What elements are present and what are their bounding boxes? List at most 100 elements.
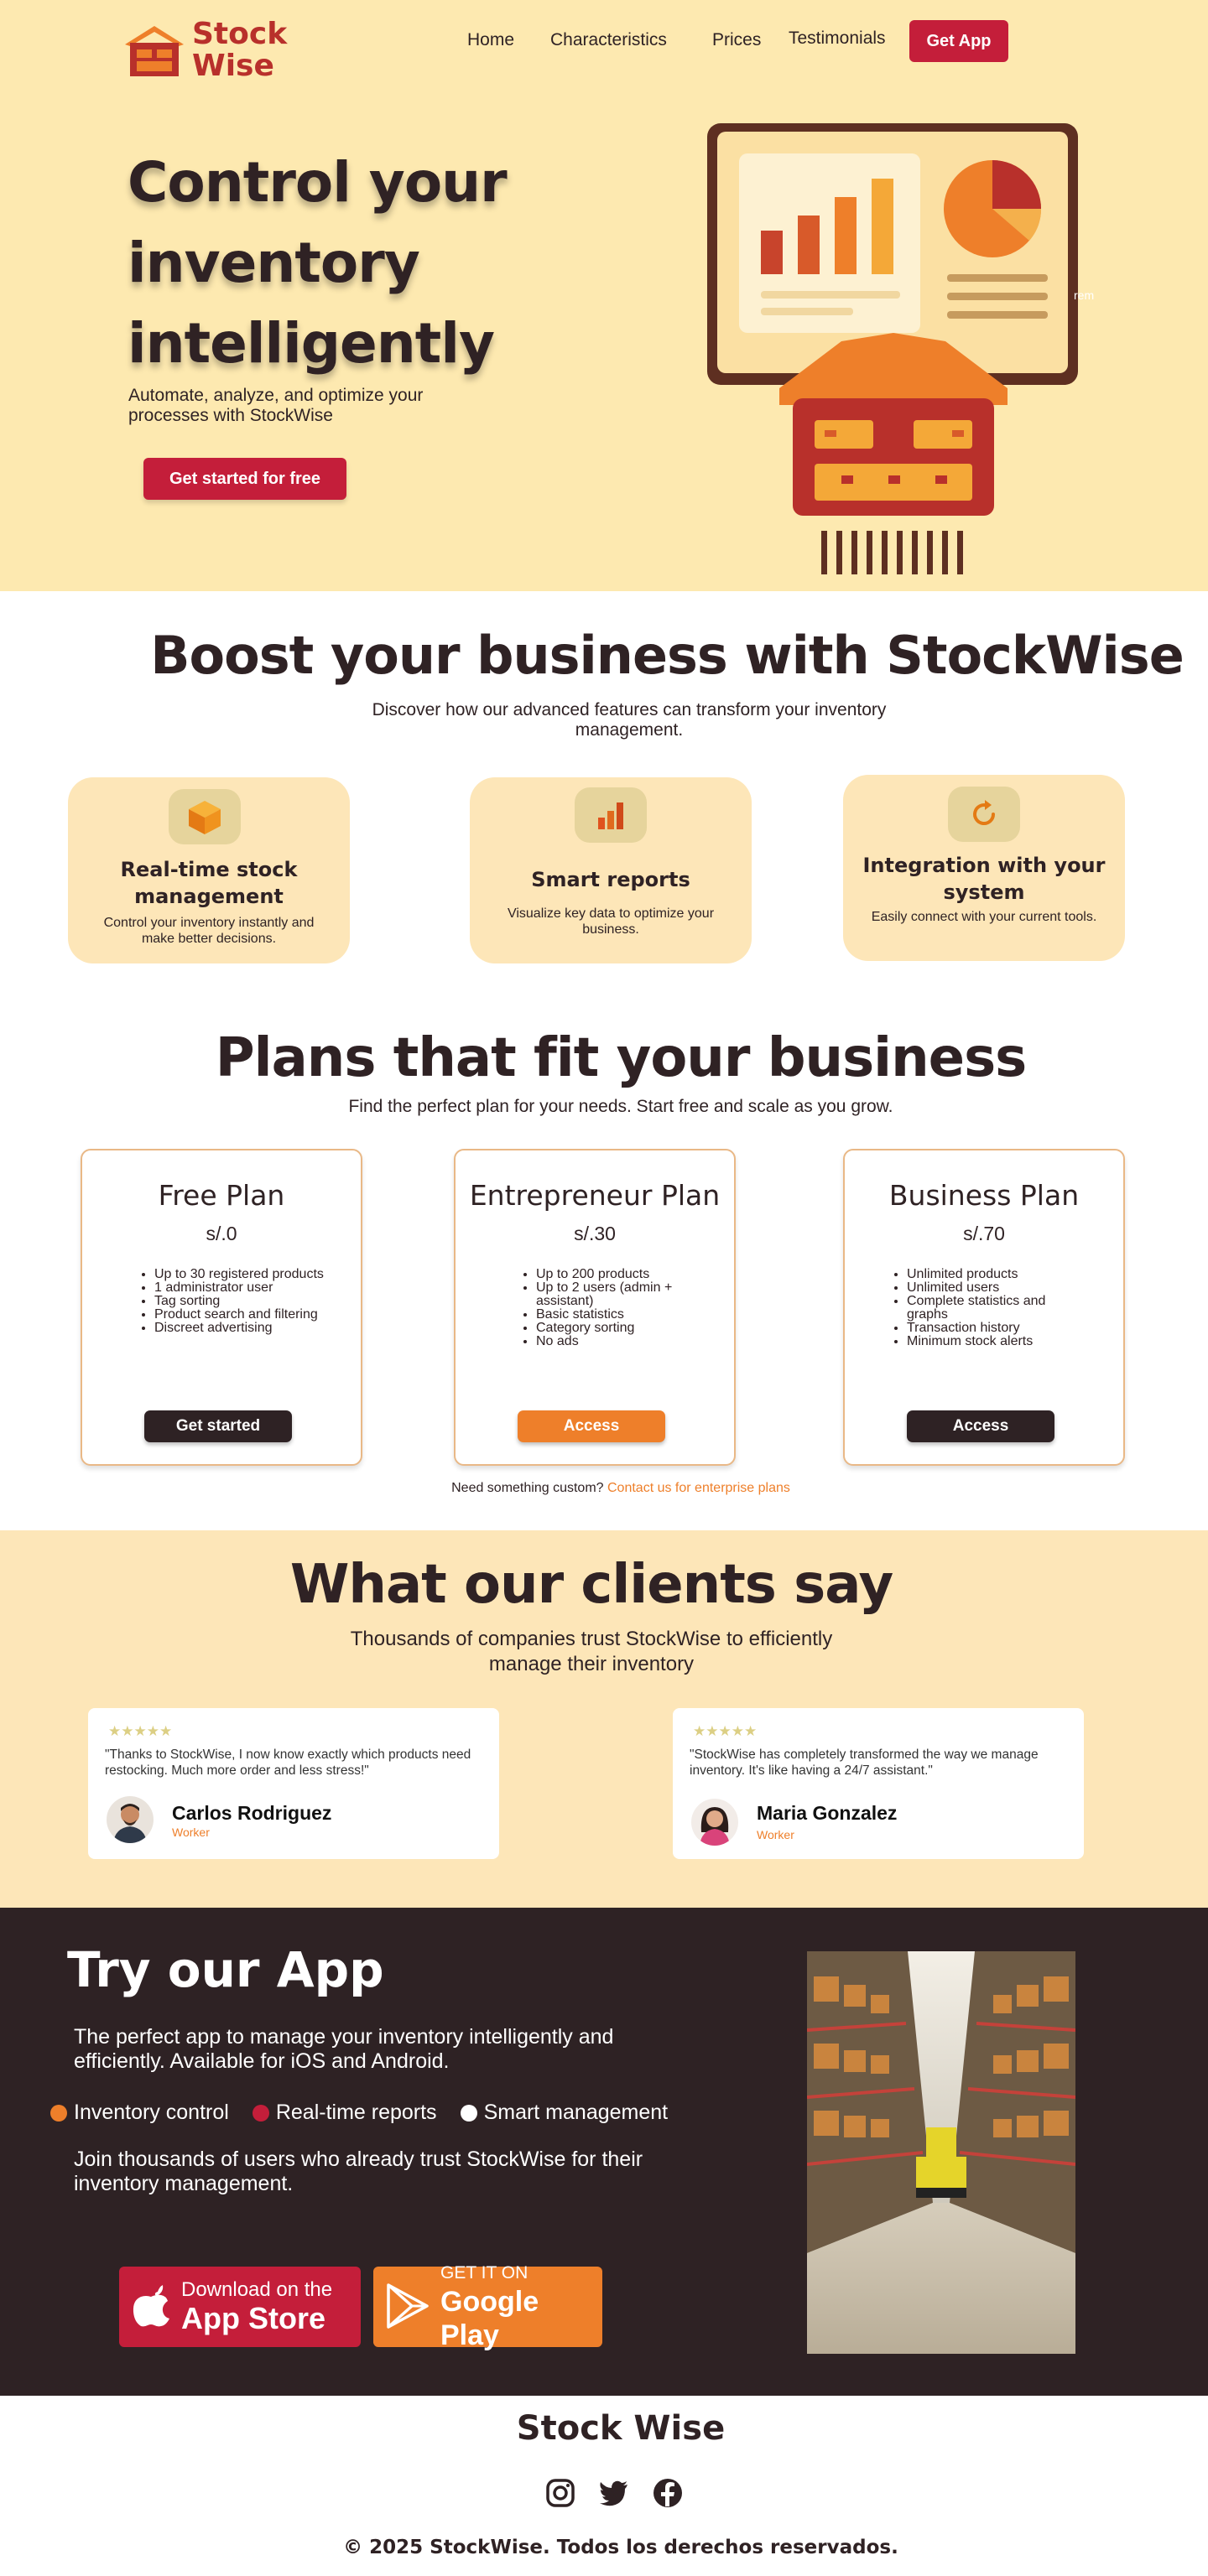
testimonial-name: Maria Gonzalez xyxy=(757,1802,898,1824)
instagram-icon[interactable] xyxy=(544,2476,577,2510)
inventory-dashboard-illustration xyxy=(707,123,1078,574)
nav-link-prices[interactable]: Prices xyxy=(712,30,761,50)
app-point: Inventory control xyxy=(50,2101,229,2125)
plan-feature: Complete statistics and graphs xyxy=(907,1295,1088,1322)
pricing-subtitle: Find the perfect plan for your needs. St… xyxy=(348,1097,893,1116)
cube-icon xyxy=(169,789,241,844)
plan-feature-list: Up to 200 products Up to 2 users (admin … xyxy=(516,1268,717,1348)
get-started-button[interactable]: Get started xyxy=(144,1410,292,1442)
plan-feature-list: Up to 30 registered products 1 administr… xyxy=(134,1268,336,1335)
app-feature-points: Inventory control Real-time reports Smar… xyxy=(50,2101,691,2125)
facebook-icon[interactable] xyxy=(651,2476,685,2510)
feature-desc: Visualize key data to optimize your busi… xyxy=(507,906,715,937)
red-dot-icon xyxy=(252,2104,269,2122)
plan-feature: 1 administrator user xyxy=(154,1281,336,1295)
enterprise-contact-link[interactable]: Contact us for enterprise plans xyxy=(607,1481,790,1495)
app-point: Real-time reports xyxy=(252,2101,437,2125)
plan-feature: Transaction history xyxy=(907,1322,1088,1335)
testimonials-subtitle: Thousands of companies trust StockWise t… xyxy=(350,1628,833,1675)
google-play-button[interactable]: GET IT ON Google Play xyxy=(373,2263,602,2351)
pricing-title: Plans that fit your business xyxy=(215,1027,1028,1089)
plan-card-free: Free Plan s/.0 Up to 30 registered produ… xyxy=(81,1149,362,1466)
plan-card-business: Business Plan s/.70 Unlimited products U… xyxy=(843,1149,1125,1466)
plan-card-entrepreneur: Entrepreneur Plan s/.30 Up to 200 produc… xyxy=(454,1149,736,1466)
get-started-free-button[interactable]: Get started for free xyxy=(143,458,346,500)
footer-brand: Stock Wise xyxy=(516,2409,726,2448)
plan-feature: Up to 30 registered products xyxy=(154,1268,336,1281)
logo[interactable]: Stock Wise xyxy=(122,18,287,82)
app-section: Try our App The perfect app to manage yo… xyxy=(0,1908,1208,2396)
plan-name: Entrepreneur Plan xyxy=(469,1179,721,1212)
nav-link-testimonials[interactable]: Testimonials xyxy=(789,29,886,49)
app-title: Try our App xyxy=(67,1941,384,1998)
plan-feature: Basic statistics xyxy=(536,1308,717,1322)
app-point-label: Inventory control xyxy=(74,2101,229,2124)
feature-desc: Easily connect with your current tools. xyxy=(871,910,1097,924)
feature-card-stock: Real-time stock management Control your … xyxy=(68,777,350,963)
testimonial-role: Worker xyxy=(172,1826,210,1839)
app-description: The perfect app to manage your inventory… xyxy=(74,2025,614,2073)
access-button[interactable]: Access xyxy=(518,1410,665,1442)
apple-icon xyxy=(133,2284,169,2329)
logo-text: Stock Wise xyxy=(192,17,288,83)
plan-feature: Product search and filtering xyxy=(154,1308,336,1322)
plan-feature: Category sorting xyxy=(536,1322,717,1335)
star-rating-icon: ★★★★★ xyxy=(108,1723,173,1740)
testimonial-card: ★★★★★ "Thanks to StockWise, I now know e… xyxy=(88,1708,499,1859)
hero-section: Stock Wise Home Characteristics Prices T… xyxy=(0,0,1208,591)
testimonial-quote: "StockWise has completely transformed th… xyxy=(690,1748,1039,1778)
features-subtitle: Discover how our advanced features can t… xyxy=(372,700,887,740)
google-play-big-text: Google Play xyxy=(440,2286,539,2351)
plan-feature: Minimum stock alerts xyxy=(907,1335,1088,1348)
app-store-big-text: App Store xyxy=(181,2301,326,2335)
google-play-small-text: GET IT ON xyxy=(440,2263,528,2283)
google-play-icon xyxy=(387,2283,429,2331)
testimonial-quote: "Thanks to StockWise, I now know exactly… xyxy=(105,1748,471,1778)
plan-name: Business Plan xyxy=(888,1179,1080,1212)
hero-title: Control your inventory intelligently xyxy=(128,150,508,376)
feature-title: Smart reports xyxy=(531,868,690,891)
feature-card-integration: Integration with your system Easily conn… xyxy=(843,775,1125,961)
plan-feature: Discreet advertising xyxy=(154,1322,336,1335)
get-app-button[interactable]: Get App xyxy=(909,20,1008,62)
warehouse-photo xyxy=(807,1951,1075,2354)
plan-feature: Unlimited products xyxy=(907,1268,1088,1281)
nav-link-home[interactable]: Home xyxy=(467,30,514,50)
app-store-small-text: Download on the xyxy=(181,2278,333,2301)
app-point: Smart management xyxy=(460,2101,669,2125)
bar-chart-icon xyxy=(575,787,647,843)
hero-image-caption: rem xyxy=(1074,288,1095,302)
social-links xyxy=(544,2476,705,2510)
testimonial-card: ★★★★★ "StockWise has completely transfor… xyxy=(673,1708,1084,1859)
app-point-label: Real-time reports xyxy=(275,2101,437,2124)
plan-price: s/.30 xyxy=(574,1223,616,1244)
twitter-icon[interactable] xyxy=(597,2476,631,2510)
nav-link-characteristics[interactable]: Characteristics xyxy=(550,30,667,50)
app-point-label: Smart management xyxy=(483,2101,669,2124)
orange-dot-icon xyxy=(50,2104,67,2122)
feature-title: Real-time stock management xyxy=(120,858,298,908)
plan-feature: Up to 200 products xyxy=(536,1268,717,1281)
plan-feature-list: Unlimited products Unlimited users Compl… xyxy=(887,1268,1088,1348)
copyright-text: © 2025 StockWise. Todos los derechos res… xyxy=(343,2537,898,2558)
sync-icon xyxy=(948,787,1020,842)
testimonials-section: What our clients say Thousands of compan… xyxy=(0,1530,1208,1908)
custom-plan-text: Need something custom? Contact us for en… xyxy=(0,1481,1208,1496)
access-button[interactable]: Access xyxy=(907,1410,1054,1442)
app-store-button[interactable]: Download on the App Store xyxy=(119,2267,361,2347)
avatar xyxy=(107,1796,154,1843)
testimonial-name: Carlos Rodriguez xyxy=(172,1802,332,1824)
hero-subtitle: Automate, analyze, and optimize your pro… xyxy=(128,386,424,425)
star-rating-icon: ★★★★★ xyxy=(693,1723,758,1740)
plan-feature: Unlimited users xyxy=(907,1281,1088,1295)
testimonial-role: Worker xyxy=(757,1828,794,1841)
feature-title: Integration with your system xyxy=(862,854,1106,904)
custom-plan-label: Need something custom? xyxy=(451,1481,604,1495)
plan-feature: Up to 2 users (admin + assistant) xyxy=(536,1281,717,1308)
plan-price: s/.70 xyxy=(963,1223,1005,1244)
features-title: Boost your business with StockWise xyxy=(150,625,1185,686)
warehouse-logo-icon xyxy=(125,26,184,76)
plan-feature: No ads xyxy=(536,1335,717,1348)
avatar xyxy=(691,1799,738,1846)
feature-card-reports: Smart reports Visualize key data to opti… xyxy=(470,777,752,963)
